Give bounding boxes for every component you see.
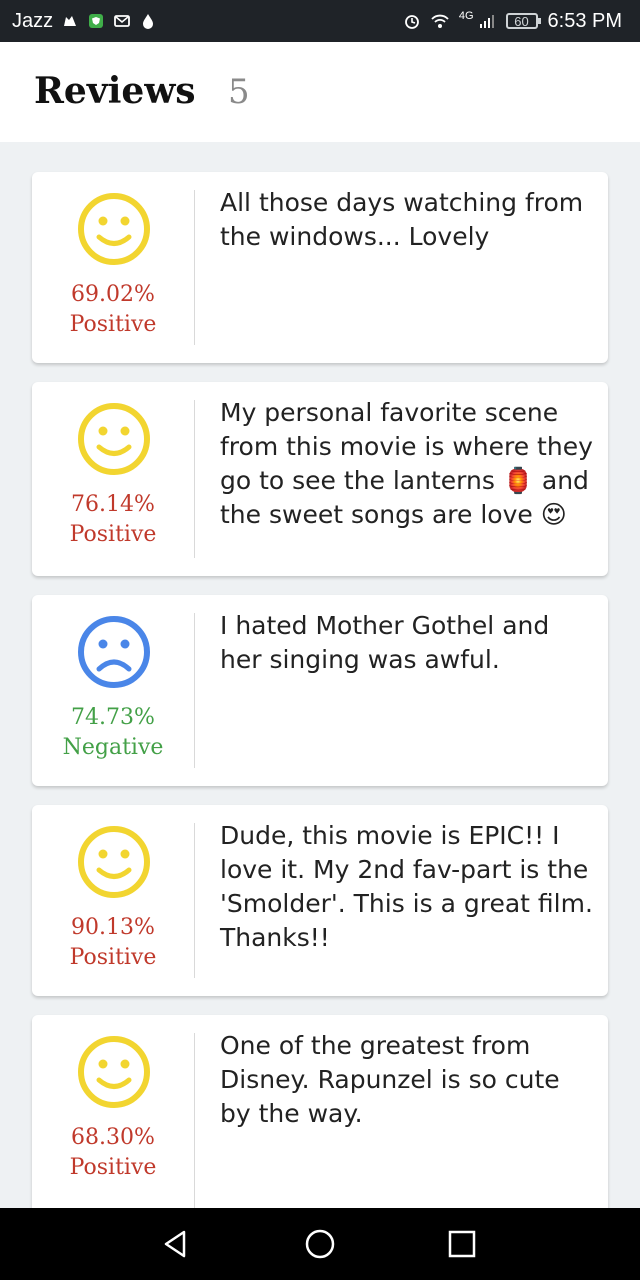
carrier-name: Jazz (12, 9, 54, 32)
sentiment-label: Positive (69, 1155, 157, 1180)
divider (194, 823, 195, 978)
happy-face-icon (78, 403, 150, 475)
sentiment-panel: 76.14% Positive (32, 382, 194, 576)
wifi-icon (431, 14, 449, 28)
happy-face-icon (78, 826, 150, 898)
review-card[interactable]: 69.02% Positive All those days watching … (32, 172, 608, 363)
review-card[interactable]: 68.30% Positive One of the greatest from… (32, 1015, 608, 1208)
status-bar: Jazz 4G 60 6:53 PM (0, 0, 640, 42)
recents-icon[interactable] (444, 1226, 480, 1262)
divider (194, 400, 195, 558)
review-card[interactable]: 76.14% Positive My personal favorite sce… (32, 382, 608, 576)
divider (194, 613, 195, 768)
app-header: Reviews 5 (0, 42, 640, 142)
sentiment-label: Negative (62, 735, 164, 760)
sentiment-panel: 74.73% Negative (32, 595, 194, 786)
happy-face-icon (78, 1036, 150, 1108)
review-text: My personal favorite scene from this mov… (220, 398, 593, 529)
sentiment-label: Positive (69, 312, 157, 337)
review-text: One of the greatest from Disney. Rapunze… (220, 1031, 560, 1128)
sentiment-percent: 68.30% (71, 1125, 155, 1150)
sentiment-percent: 74.73% (71, 705, 155, 730)
sentiment-panel: 68.30% Positive (32, 1015, 194, 1208)
sentiment-percent: 76.14% (71, 492, 155, 517)
sentiment-percent: 69.02% (71, 282, 155, 307)
review-text: Dude, this movie is EPIC!! I love it. My… (220, 821, 593, 952)
sentiment-panel: 69.02% Positive (32, 172, 194, 363)
back-icon[interactable] (158, 1226, 194, 1262)
drop-icon (143, 14, 154, 29)
review-card[interactable]: 74.73% Negative I hated Mother Gothel an… (32, 595, 608, 786)
sentiment-label: Positive (69, 945, 157, 970)
sad-face-icon (78, 616, 150, 688)
divider (194, 1033, 195, 1208)
sentiment-percent: 90.13% (71, 915, 155, 940)
battery-icon: 60 (505, 13, 541, 29)
clock: 6:53 PM (547, 9, 622, 32)
alarm-icon (404, 15, 419, 29)
shield-icon (89, 14, 104, 28)
navigation-bar (0, 1208, 640, 1280)
review-card[interactable]: 90.13% Positive Dude, this movie is EPIC… (32, 805, 608, 996)
network-type: 4G (458, 10, 474, 22)
home-icon[interactable] (302, 1226, 338, 1262)
review-text: I hated Mother Gothel and her singing wa… (220, 611, 550, 674)
review-text: All those days watching from the windows… (220, 188, 584, 251)
sentiment-label: Positive (69, 522, 157, 547)
sentiment-panel: 90.13% Positive (32, 805, 194, 996)
happy-face-icon (78, 193, 150, 265)
divider (194, 190, 195, 345)
signal-icon (479, 15, 494, 28)
page-title: Reviews (34, 70, 196, 112)
mail-icon (114, 15, 131, 27)
review-list[interactable]: 69.02% Positive All those days watching … (0, 142, 640, 1208)
review-count: 5 (228, 72, 250, 112)
cat-app-icon (64, 16, 77, 26)
